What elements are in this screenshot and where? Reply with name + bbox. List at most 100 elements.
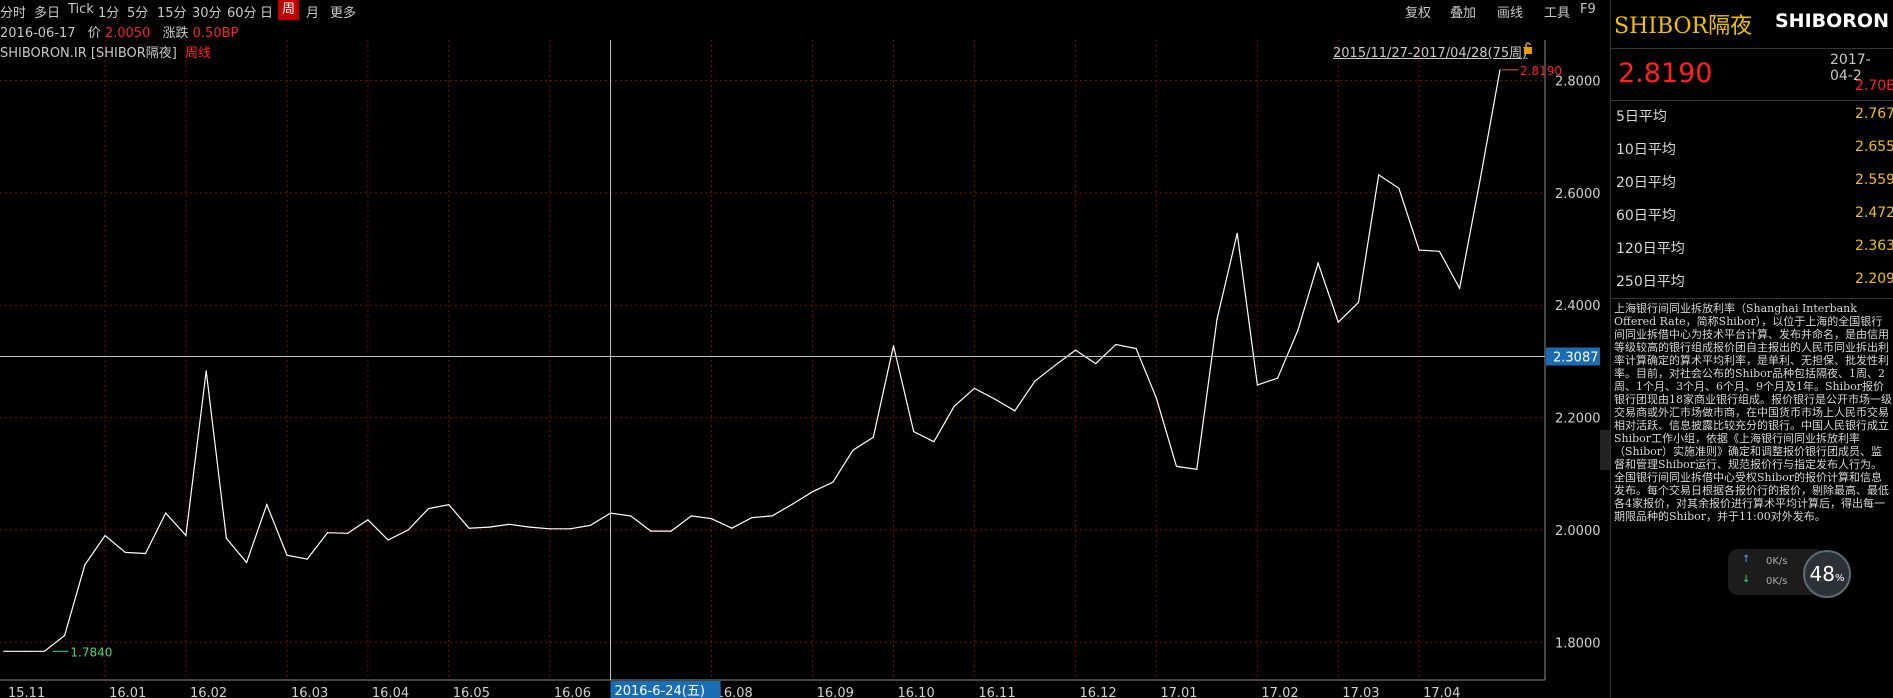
download-arrow-icon: ↓ xyxy=(1742,574,1751,585)
data-point xyxy=(1115,343,1117,346)
x-tick-label: 16.06 xyxy=(554,686,591,698)
ma-label-10: 10日平均 xyxy=(1616,142,1676,158)
tab-5min[interactable]: 5分 xyxy=(127,2,148,21)
lock-icon[interactable] xyxy=(1522,42,1534,54)
quote-date: 2016-06-17 xyxy=(0,26,76,41)
data-point xyxy=(1054,364,1056,366)
data-point xyxy=(913,431,915,433)
x-tick-label: 17.04 xyxy=(1423,686,1460,698)
data-point xyxy=(670,530,672,532)
x-tick-label: 16.12 xyxy=(1079,686,1116,698)
draw-line-button[interactable]: 画线 xyxy=(1497,2,1523,21)
data-point xyxy=(205,370,207,372)
data-point xyxy=(1095,363,1097,365)
series-line xyxy=(4,69,1501,652)
data-point xyxy=(266,504,268,506)
crosshair-x-label: 2016-6-24(五) xyxy=(614,684,704,698)
y-tick-label: 1.8000 xyxy=(1555,636,1600,651)
data-point xyxy=(1499,69,1501,71)
network-speed-widget[interactable]: ↑ 0K/s ↓ 0K/s 48% xyxy=(1728,549,1893,598)
tab-60min[interactable]: 60分 xyxy=(227,2,257,21)
tab-timeshare[interactable]: 分时 xyxy=(0,2,26,21)
ma-value-20: 2.559 xyxy=(1855,172,1893,188)
ma-label-20: 20日平均 xyxy=(1616,175,1676,191)
data-point xyxy=(731,527,733,529)
data-point xyxy=(1256,384,1259,386)
data-point xyxy=(488,526,490,528)
data-point xyxy=(185,534,187,537)
date-range-label[interactable]: 2015/11/27-2017/04/28(75周) xyxy=(1333,42,1527,61)
panel-change: 2.70B xyxy=(1855,78,1893,94)
data-point xyxy=(953,405,955,407)
data-point xyxy=(751,516,753,519)
ma-value-10: 2.655 xyxy=(1855,139,1893,155)
data-point xyxy=(710,518,713,520)
data-point xyxy=(144,552,147,555)
x-tick-label: 16.02 xyxy=(190,686,227,698)
data-point xyxy=(165,512,167,514)
ma-label-60: 60日平均 xyxy=(1616,208,1676,224)
x-tick-label: 17.01 xyxy=(1160,686,1197,698)
tab-tick[interactable]: Tick xyxy=(68,2,94,17)
data-point xyxy=(1317,262,1319,264)
symbol-row: SHIBORON.IR [SHIBOR隔夜] 周线 xyxy=(0,42,211,61)
tab-daily[interactable]: 日 xyxy=(260,2,273,21)
ma-label-120: 120日平均 xyxy=(1616,241,1685,257)
overlay-button[interactable]: 叠加 xyxy=(1450,2,1476,21)
tab-15min[interactable]: 15分 xyxy=(157,2,187,21)
data-point xyxy=(347,532,349,534)
data-point xyxy=(832,481,834,483)
panel-title: SHIBOR隔夜 xyxy=(1614,14,1753,39)
data-point xyxy=(306,558,308,560)
data-point xyxy=(1378,174,1380,176)
f9-button[interactable]: F9 xyxy=(1580,2,1596,17)
data-point xyxy=(468,527,470,529)
tab-monthly[interactable]: 月 xyxy=(306,2,319,21)
data-point xyxy=(892,345,895,347)
x-tick-label: 16.10 xyxy=(898,686,935,698)
data-point xyxy=(569,528,571,530)
upload-arrow-icon: ↑ xyxy=(1742,554,1751,565)
data-point xyxy=(43,650,46,652)
tab-multiday[interactable]: 多日 xyxy=(34,2,60,21)
data-point xyxy=(1438,250,1440,252)
memory-percent: 48 xyxy=(1809,562,1835,586)
data-point xyxy=(630,515,632,517)
data-point xyxy=(286,554,288,556)
panel-code: SHIBORON xyxy=(1775,10,1889,32)
adjust-button[interactable]: 复权 xyxy=(1405,2,1431,21)
upload-speed: 0K/s xyxy=(1766,556,1788,567)
last-value-label: 2.8190 xyxy=(1520,64,1562,78)
tab-1min[interactable]: 1分 xyxy=(98,2,119,21)
x-tick-label: 16.03 xyxy=(291,686,328,698)
data-point xyxy=(326,532,329,534)
data-point xyxy=(973,387,975,389)
tab-weekly[interactable]: 周 xyxy=(278,0,300,20)
divider xyxy=(1611,48,1893,49)
data-point xyxy=(812,491,814,493)
y-tick-label: 2.4000 xyxy=(1555,299,1600,314)
x-tick-label: 17.02 xyxy=(1261,686,1298,698)
crosshair-y-label: 2.3087 xyxy=(1553,350,1599,365)
data-point xyxy=(84,564,86,566)
y-tick-label: 2.6000 xyxy=(1555,187,1600,202)
download-speed: 0K/s xyxy=(1766,576,1788,587)
data-point xyxy=(1297,329,1299,332)
tab-30min[interactable]: 30分 xyxy=(192,2,222,21)
price-chart[interactable]: 2.80002.60002.40002.20002.00001.800015.1… xyxy=(0,40,1600,698)
data-point xyxy=(529,526,531,528)
data-point xyxy=(1479,181,1481,183)
divider xyxy=(1611,298,1893,299)
data-point xyxy=(508,523,511,525)
tools-button[interactable]: 工具 xyxy=(1544,2,1570,21)
x-tick-label: 17.03 xyxy=(1342,686,1379,698)
x-tick-label: 16.09 xyxy=(817,686,854,698)
data-point xyxy=(448,504,450,506)
memory-usage-circle[interactable]: 48% xyxy=(1803,550,1851,598)
price-label: 价 xyxy=(87,26,101,41)
ma-label-5: 5日平均 xyxy=(1616,109,1667,125)
panel-toggle-handle[interactable] xyxy=(1600,430,1610,470)
quote-change: 0.50BP xyxy=(192,26,239,41)
symbol-label: SHIBORON.IR [SHIBOR隔夜] xyxy=(0,46,177,61)
tab-more[interactable]: 更多 xyxy=(330,2,356,21)
